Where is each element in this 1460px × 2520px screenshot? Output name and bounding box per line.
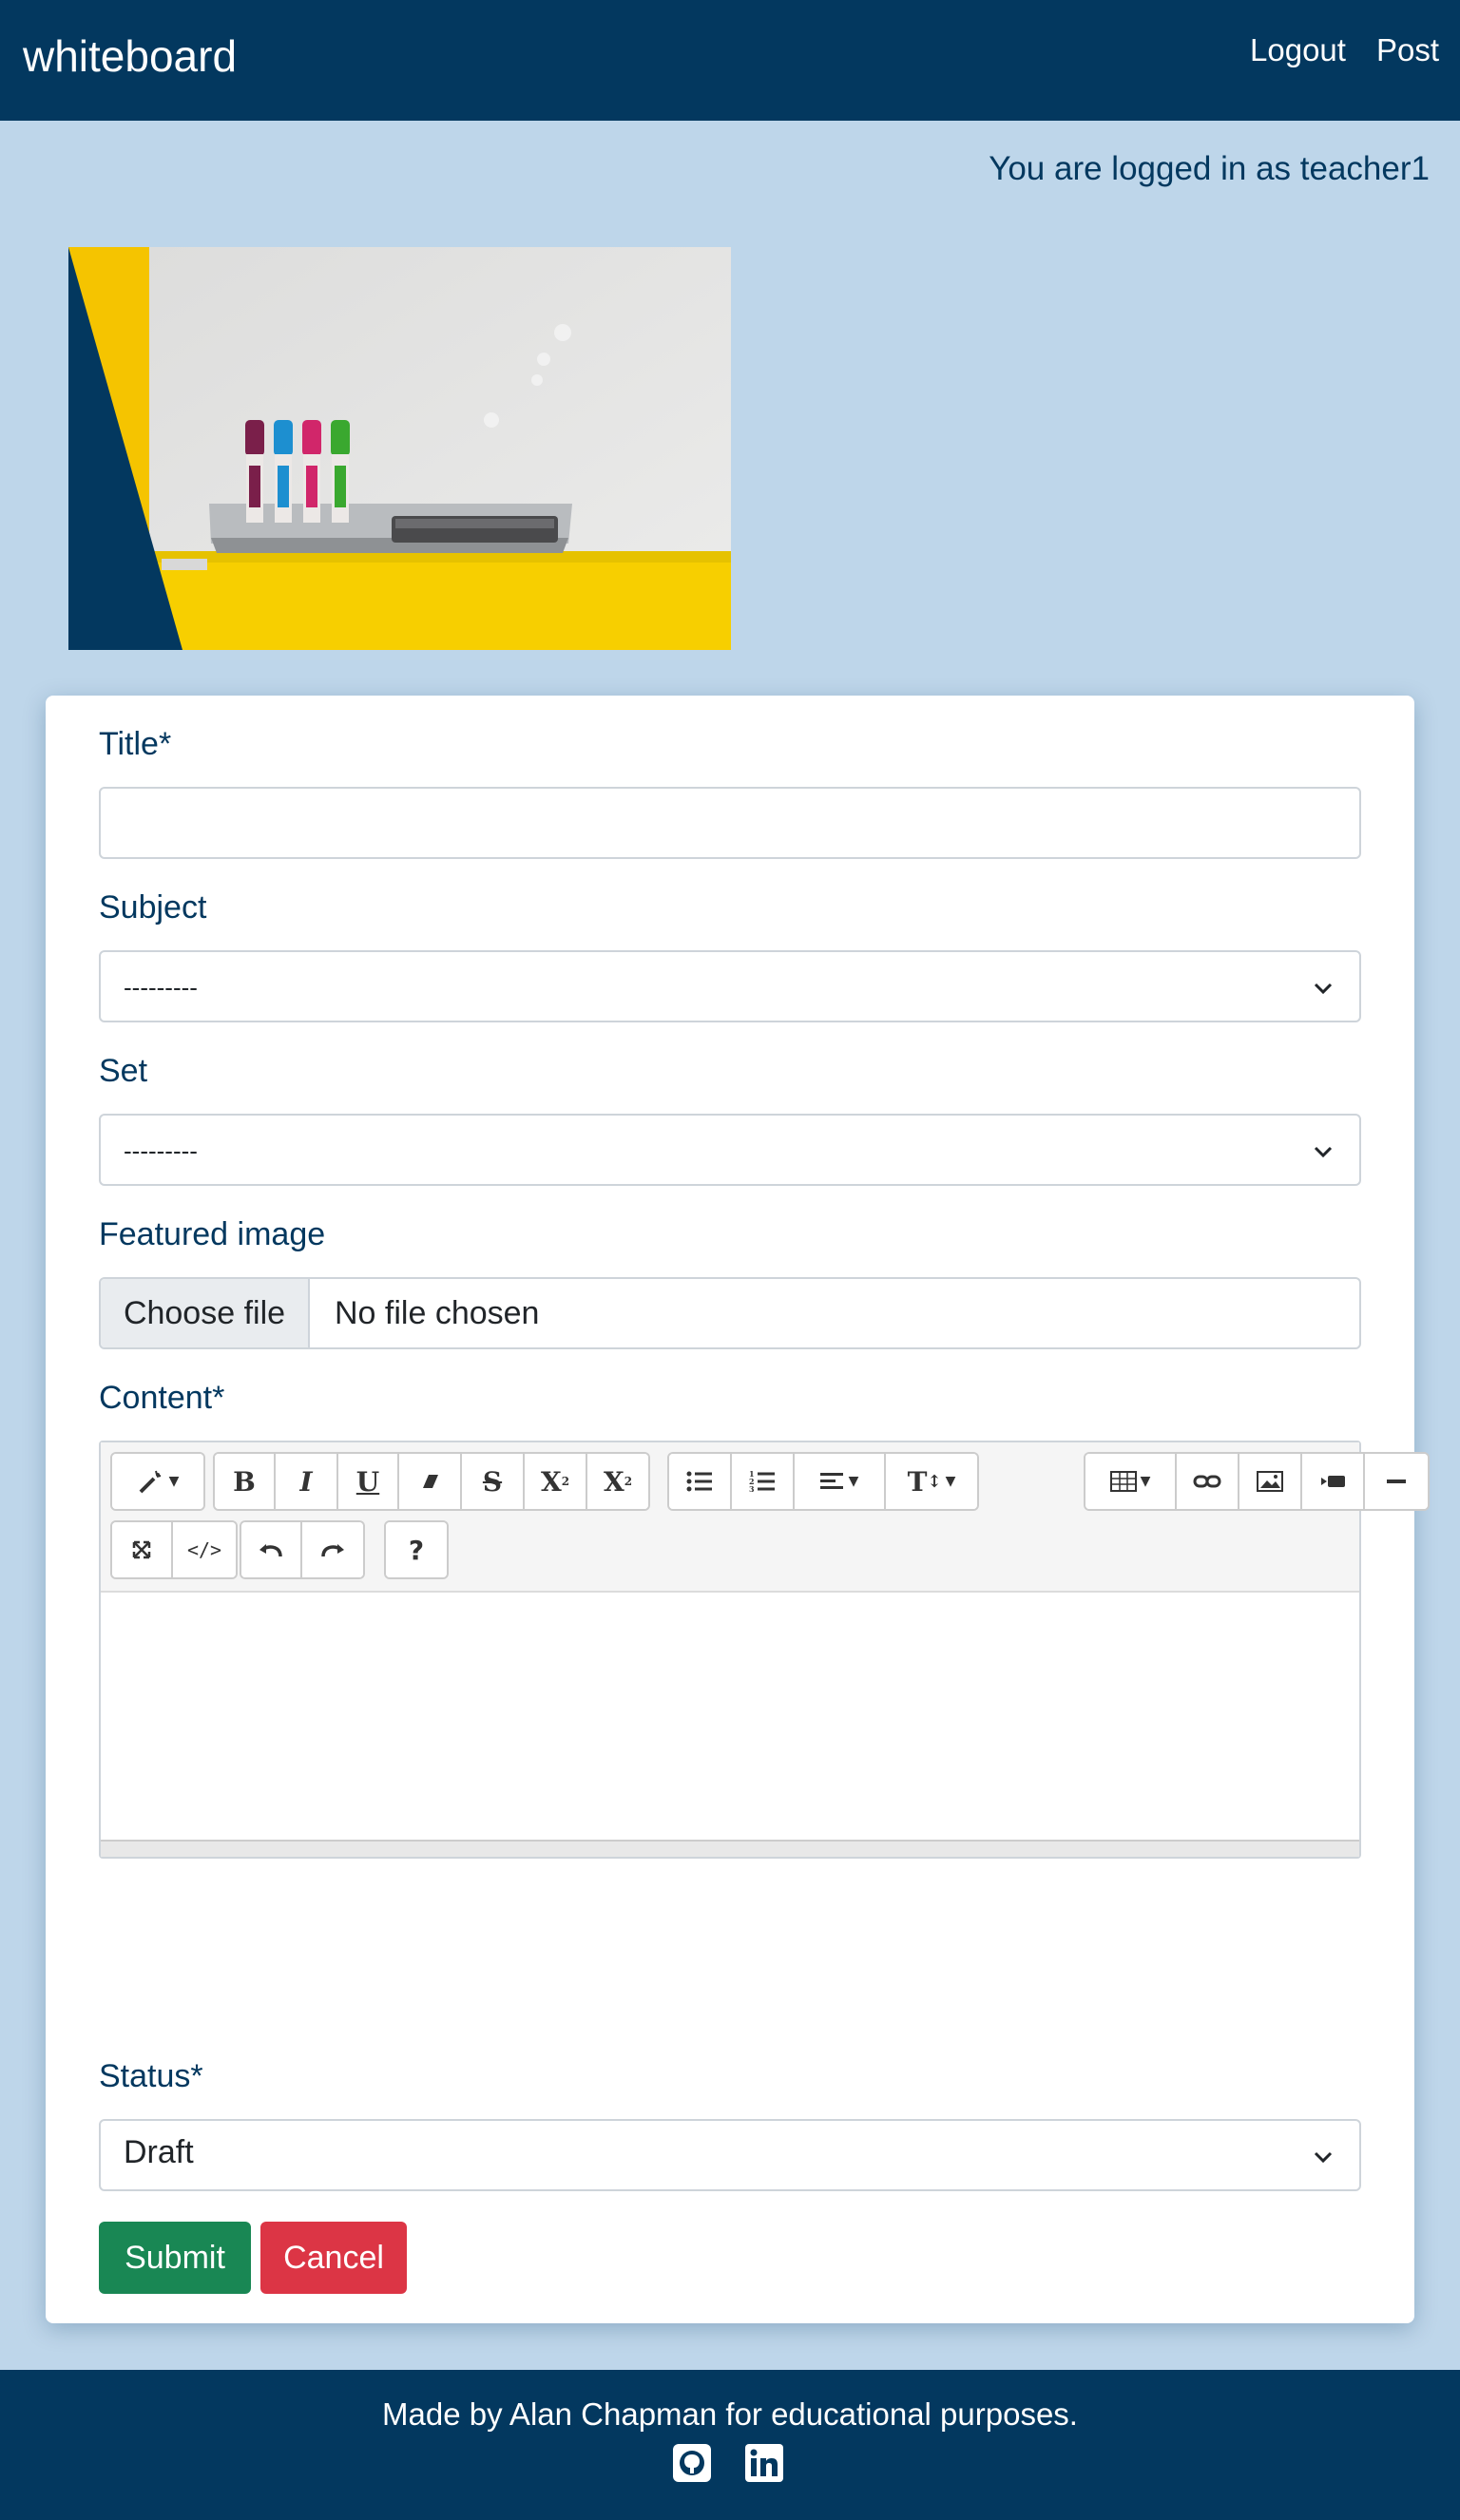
help-group: ? <box>384 1520 449 1579</box>
fullscreen-button[interactable] <box>112 1522 173 1577</box>
magic-wand-icon <box>139 1470 161 1494</box>
superscript-label: X <box>540 1465 562 1498</box>
caret-down-icon: ▼ <box>168 1474 180 1489</box>
link-icon <box>1193 1475 1221 1488</box>
footer-credit: Made by Alan Chapman for educational pur… <box>382 2396 1078 2432</box>
file-status-text: No file chosen <box>335 1295 540 1331</box>
font-size-label: T <box>907 1465 928 1498</box>
featured-image-input[interactable]: Choose file No file chosen <box>99 1277 1361 1349</box>
caret-down-icon: ▼ <box>848 1474 859 1489</box>
footer-icons <box>671 2442 785 2484</box>
undo-icon <box>259 1544 282 1557</box>
code-icon: </> <box>186 1538 222 1561</box>
logged-in-status: You are logged in as teacher1 <box>989 150 1430 187</box>
subscript-label: X <box>603 1465 624 1498</box>
bullet-list-icon <box>686 1471 712 1492</box>
subject-selected-value: --------- <box>124 973 198 1002</box>
chevron-down-icon <box>1314 2151 1333 2164</box>
redo-icon <box>321 1544 344 1557</box>
subscript-button[interactable]: X2 <box>587 1454 648 1509</box>
linkedin-icon[interactable] <box>743 2442 785 2484</box>
clear-format-button[interactable] <box>399 1454 462 1509</box>
nav-links: Logout Post <box>1250 32 1439 68</box>
paragraph-group: 123 ▼ T ↕ ▼ <box>667 1452 979 1511</box>
hero-image <box>68 247 731 650</box>
featured-image-label: Featured image <box>99 1216 326 1252</box>
title-label: Title* <box>99 726 172 762</box>
image-icon <box>1257 1471 1283 1492</box>
font-group: B I U S X2 X2 <box>213 1452 650 1511</box>
brand-logo[interactable]: whiteboard <box>23 30 237 82</box>
horizontal-rule-icon <box>1387 1480 1406 1483</box>
video-icon <box>1321 1476 1345 1487</box>
horizontal-rule-button[interactable] <box>1365 1454 1428 1509</box>
choose-file-button[interactable]: Choose file <box>101 1279 310 1347</box>
font-size-button[interactable]: T ↕ ▼ <box>886 1454 977 1509</box>
subject-label: Subject <box>99 889 207 926</box>
bullet-list-button[interactable] <box>669 1454 732 1509</box>
editor-resize-bar[interactable] <box>101 1840 1359 1857</box>
subject-select[interactable]: --------- <box>99 950 1361 1022</box>
insert-group: ▼ <box>1084 1452 1430 1511</box>
bold-button[interactable]: B <box>215 1454 276 1509</box>
style-button[interactable]: ▼ <box>112 1454 203 1509</box>
video-button[interactable] <box>1302 1454 1365 1509</box>
eraser-icon <box>423 1475 438 1488</box>
content-label: Content* <box>99 1380 225 1416</box>
view-group: </> <box>110 1520 238 1579</box>
align-button[interactable]: ▼ <box>795 1454 886 1509</box>
table-icon <box>1109 1471 1137 1492</box>
chevron-down-icon <box>1314 983 1333 995</box>
submit-button[interactable]: Submit <box>99 2222 251 2294</box>
fullscreen-icon <box>132 1540 151 1559</box>
italic-button[interactable]: I <box>276 1454 338 1509</box>
strikethrough-button[interactable]: S <box>462 1454 525 1509</box>
status-select[interactable]: Draft <box>99 2119 1361 2191</box>
status-selected-value: Draft <box>124 2134 194 2170</box>
underline-button[interactable]: U <box>338 1454 399 1509</box>
history-group <box>240 1520 365 1579</box>
navbar: whiteboard Logout Post <box>0 0 1460 121</box>
editor-toolbar: ▼ B I U S X2 X2 1 2 3 ▼ T ↕ ▼ ▼ </> ? <box>101 1442 1430 1593</box>
set-selected-value: --------- <box>124 1136 198 1165</box>
footer: Made by Alan Chapman for educational pur… <box>0 2370 1460 2520</box>
undo-button[interactable] <box>241 1522 302 1577</box>
link-button[interactable] <box>1177 1454 1239 1509</box>
style-group: ▼ <box>110 1452 205 1511</box>
redo-button[interactable] <box>302 1522 363 1577</box>
github-icon[interactable] <box>671 2442 713 2484</box>
svg-text:3: 3 <box>749 1484 755 1493</box>
cancel-button[interactable]: Cancel <box>260 2222 407 2294</box>
set-select[interactable]: --------- <box>99 1114 1361 1186</box>
caret-down-icon: ▼ <box>945 1474 956 1489</box>
logout-link[interactable]: Logout <box>1250 32 1346 68</box>
superscript-button[interactable]: X2 <box>525 1454 587 1509</box>
chevron-down-icon <box>1314 1146 1333 1158</box>
set-label: Set <box>99 1053 148 1089</box>
numbered-list-icon: 123 <box>749 1470 775 1493</box>
status-label: Status* <box>99 2058 203 2094</box>
code-view-button[interactable]: </> <box>173 1522 236 1577</box>
help-button[interactable]: ? <box>386 1522 447 1577</box>
content-editor: ▼ B I U S X2 X2 1 2 3 ▼ T ↕ ▼ ▼ </> ? <box>99 1441 1430 1859</box>
post-form-card: Title* Subject --------- Set --------- F… <box>46 696 1430 2323</box>
image-button[interactable] <box>1239 1454 1302 1509</box>
post-link[interactable]: Post <box>1376 32 1439 68</box>
content-edit-area[interactable] <box>101 1593 1359 1842</box>
table-button[interactable]: ▼ <box>1085 1454 1177 1509</box>
align-left-icon <box>819 1473 843 1489</box>
caret-down-icon: ▼ <box>1140 1474 1151 1489</box>
numbered-list-button[interactable]: 123 <box>732 1454 795 1509</box>
title-input[interactable] <box>99 787 1361 859</box>
